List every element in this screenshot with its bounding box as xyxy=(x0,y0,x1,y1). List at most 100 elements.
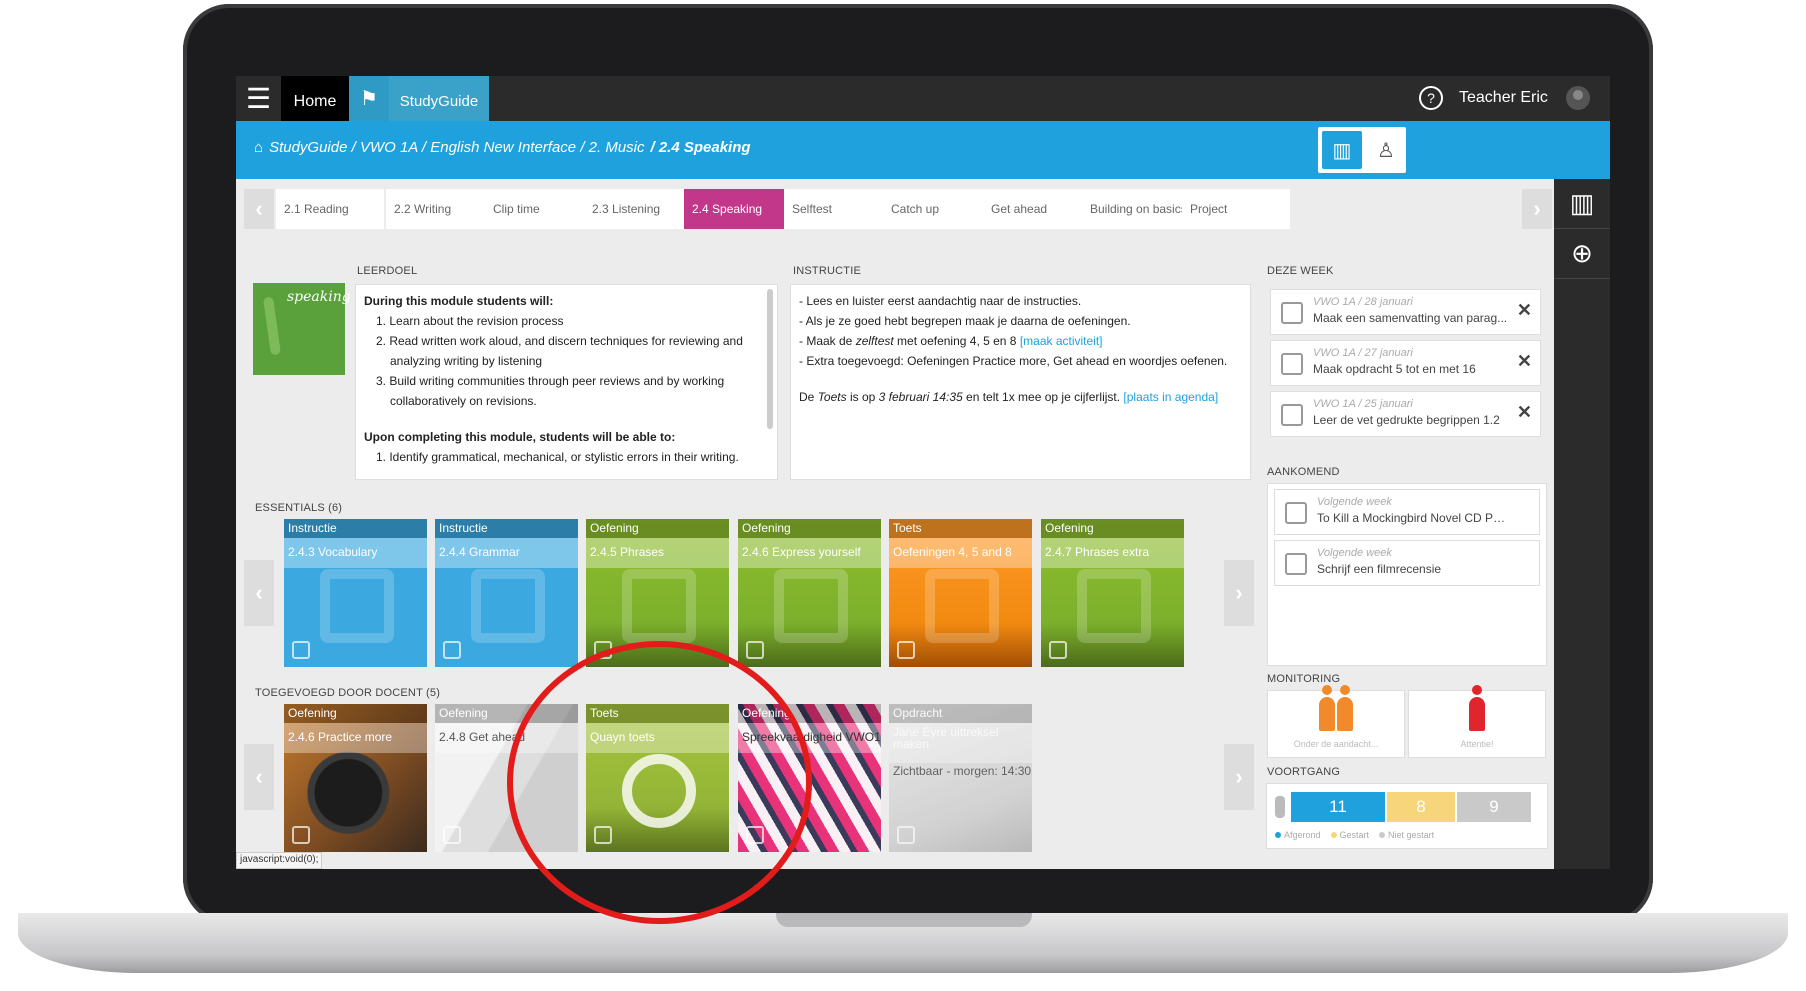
maak-activiteit-link[interactable]: [maak activiteit] xyxy=(1020,334,1103,348)
essentials-prev-arrow-icon[interactable]: ‹ xyxy=(244,560,274,626)
tab-2-1-reading[interactable]: 2.1 Reading xyxy=(276,189,384,229)
added-next-arrow-icon[interactable]: › xyxy=(1224,744,1254,810)
essentials-next-arrow-icon[interactable]: › xyxy=(1224,560,1254,626)
week-item[interactable]: VWO 1A / 25 januari Leer de vet gedrukte… xyxy=(1270,391,1541,437)
studyguide-view-icon[interactable]: ▥ xyxy=(1322,131,1362,169)
headphones-icon xyxy=(292,826,310,844)
close-icon[interactable]: ✕ xyxy=(1517,301,1532,319)
aankomend-list: Volgende week To Kill a Mockingbird Nove… xyxy=(1267,483,1547,666)
add-icon[interactable]: ⊕ xyxy=(1554,229,1610,279)
voortgang-label: VOORTGANG xyxy=(1267,766,1341,778)
essentials-label: ESSENTIALS (6) xyxy=(255,502,343,514)
edit-icon xyxy=(1281,404,1303,426)
avatar[interactable] xyxy=(1566,86,1590,110)
tab-2-4-speaking[interactable]: 2.4 Speaking xyxy=(684,189,792,229)
instructie-line: - Lees en luister eerst aandachtig naar … xyxy=(799,294,1082,308)
activity-tile[interactable]: Oefening 2.4.6 Express yourself xyxy=(738,519,881,667)
app-screen: ☰ Home ⚑ StudyGuide ? Teacher Eric ⌂ Stu… xyxy=(236,76,1610,869)
leerdoel-item: 3. Build writing communities through pee… xyxy=(376,374,725,408)
laptop-notch xyxy=(776,913,1032,927)
document-icon xyxy=(1285,553,1307,575)
close-icon[interactable]: ✕ xyxy=(1517,403,1532,421)
tab-clip-time[interactable]: Clip time xyxy=(485,189,593,229)
top-bar: ☰ Home ⚑ StudyGuide ? Teacher Eric xyxy=(236,76,1610,121)
leerdoel-item: 1. Learn about the revision process xyxy=(376,314,564,328)
highlight-circle xyxy=(507,641,812,924)
leerdoel-label: LEERDOEL xyxy=(357,265,418,277)
breadcrumb-current: / 2.4 Speaking xyxy=(650,139,751,156)
deze-week-list: VWO 1A / 28 januari Maak een samenvattin… xyxy=(1262,284,1548,442)
activity-tile[interactable]: Toets Oefeningen 4, 5 and 8 xyxy=(889,519,1032,667)
book-icon xyxy=(443,826,461,844)
document-icon xyxy=(897,826,915,844)
signpost-icon[interactable]: ⚑ xyxy=(349,76,389,121)
leerdoel-item: 1. Identify grammatical, mechanical, or … xyxy=(376,450,739,464)
hamburger-menu-icon[interactable]: ☰ xyxy=(236,76,281,121)
activity-tile[interactable]: Instructie 2.4.3 Vocabulary xyxy=(284,519,427,667)
plaats-in-agenda-link[interactable]: [plaats in agenda] xyxy=(1123,390,1218,404)
activity-tile[interactable]: Oefening 2.4.6 Practice more xyxy=(284,704,427,852)
activity-tile[interactable]: Oefening 2.4.7 Phrases extra xyxy=(1041,519,1184,667)
instructie-line: De Toets is op 3 februari 14:35 en telt … xyxy=(799,390,1219,404)
person-icon xyxy=(1469,685,1485,731)
progress-gestart: 8 xyxy=(1387,792,1455,822)
toegevoegd-label: TOEGEVOEGD DOOR DOCENT (5) xyxy=(255,687,441,699)
edit-icon xyxy=(746,641,764,659)
document-icon xyxy=(1285,502,1307,524)
status-bar: javascript:void(0); xyxy=(236,852,323,869)
leerdoel-scrollbar[interactable] xyxy=(767,289,773,429)
columns-icon[interactable]: ▥ xyxy=(1554,179,1610,229)
progress-legend: Afgerond Gestart Niet gestart xyxy=(1275,830,1434,840)
tab-get-ahead[interactable]: Get ahead xyxy=(983,189,1091,229)
activity-tile[interactable]: Opdracht Jane Eyre uittreksel maken Zichtb… xyxy=(889,704,1032,852)
deze-week-label: DEZE WEEK xyxy=(1267,265,1334,277)
week-item[interactable]: VWO 1A / 28 januari Maak een samenvattin… xyxy=(1270,289,1541,335)
progress-niet-gestart: 9 xyxy=(1457,792,1531,822)
upcoming-item[interactable]: Volgende week To Kill a Mockingbird Nove… xyxy=(1274,489,1540,535)
upcoming-item[interactable]: Volgende week Schrijf een filmrecensie xyxy=(1274,540,1540,586)
student-view-icon[interactable]: ♙ xyxy=(1366,127,1406,173)
book-icon xyxy=(443,641,461,659)
breadcrumb-path[interactable]: StudyGuide / VWO 1A / English New Interf… xyxy=(269,139,644,156)
studyguide-tab[interactable]: StudyGuide xyxy=(389,76,489,121)
monitoring-label: MONITORING xyxy=(1267,673,1341,685)
instructie-line: - Maak de zelftest met oefening 4, 5 en … xyxy=(799,334,1103,348)
activity-tile[interactable]: Instructie 2.4.4 Grammar xyxy=(435,519,578,667)
view-toggle: ▥ ♙ xyxy=(1318,127,1406,173)
homework-icon xyxy=(1281,353,1303,375)
home-tab[interactable]: Home xyxy=(281,76,349,121)
leerdoel-item: 2. Read written work aloud, and discern … xyxy=(376,334,743,368)
edit-icon xyxy=(1049,641,1067,659)
monitoring-attention-box[interactable]: Onder de aandacht... xyxy=(1267,685,1405,758)
leerdoel-panel: During this module students will: 1. Lea… xyxy=(355,284,778,480)
tab-2-3-listening[interactable]: 2.3 Listening xyxy=(584,189,692,229)
instructie-line: - Extra toegevoegd: Oefeningen Practice … xyxy=(799,354,1228,368)
monitoring-alert-box[interactable]: Attentie! xyxy=(1408,685,1546,758)
tab-strip: ‹ 2.1 Reading 2.2 Writing Clip time 2.3 … xyxy=(244,189,1554,231)
person-icon xyxy=(1275,796,1285,818)
instructie-line: - Als je ze goed hebt begrepen maak je d… xyxy=(799,314,1131,328)
tab-catch-up[interactable]: Catch up xyxy=(883,189,991,229)
homework-icon xyxy=(1281,302,1303,324)
progress-box: 11 8 9 Afgerond Gestart Niet gestart xyxy=(1266,783,1548,849)
leerdoel-heading-1: During this module students will: xyxy=(364,294,554,308)
tab-2-2-writing[interactable]: 2.2 Writing xyxy=(386,189,494,229)
edit-icon xyxy=(897,641,915,659)
headphones-icon xyxy=(292,641,310,659)
breadcrumb-bar: ⌂ StudyGuide / VWO 1A / English New Inte… xyxy=(236,121,1610,179)
tab-project[interactable]: Project xyxy=(1182,189,1290,229)
user-name[interactable]: Teacher Eric xyxy=(1459,89,1548,107)
tabs-next-arrow-icon[interactable]: › xyxy=(1522,189,1552,229)
person-icon xyxy=(1337,685,1353,731)
close-icon[interactable]: ✕ xyxy=(1517,352,1532,370)
tab-building-on-basics[interactable]: Building on basics xyxy=(1082,189,1190,229)
tab-selftest[interactable]: Selftest xyxy=(784,189,892,229)
right-rail: ▥ ⊕ xyxy=(1554,179,1610,869)
instructie-label: INSTRUCTIE xyxy=(793,265,861,277)
week-item[interactable]: VWO 1A / 27 januari Maak opdracht 5 tot … xyxy=(1270,340,1541,386)
speaking-image: speaking xyxy=(253,283,351,375)
tabs-prev-arrow-icon[interactable]: ‹ xyxy=(244,189,274,229)
help-icon[interactable]: ? xyxy=(1419,86,1443,110)
home-icon[interactable]: ⌂ xyxy=(254,139,263,156)
added-prev-arrow-icon[interactable]: ‹ xyxy=(244,744,274,810)
